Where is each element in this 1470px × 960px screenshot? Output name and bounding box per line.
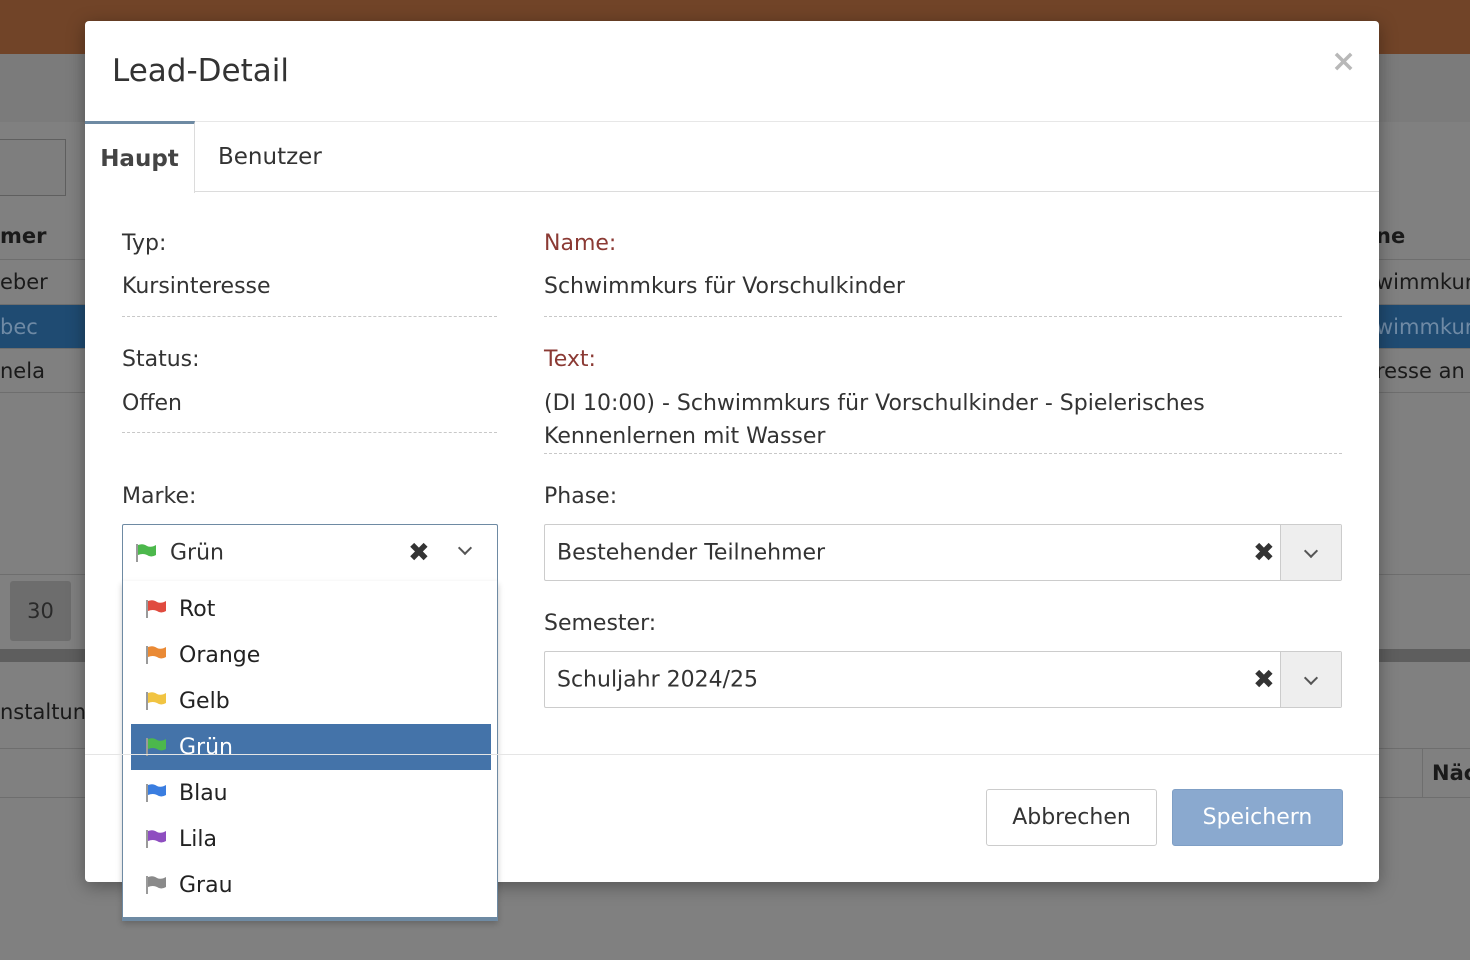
divider	[122, 432, 497, 433]
chevron-down-icon[interactable]	[1280, 525, 1341, 580]
phase-select[interactable]: Bestehender Teilnehmer ✖	[544, 524, 1342, 581]
bg-cell: eber	[0, 270, 48, 294]
flag-icon	[146, 600, 166, 618]
marke-select-value: Grün	[170, 540, 224, 566]
option-label: Orange	[179, 642, 261, 668]
dropdown-option-grau[interactable]: Grau	[131, 862, 491, 908]
flag-icon	[146, 830, 166, 848]
flag-icon	[136, 544, 156, 562]
cancel-button[interactable]: Abbrechen	[986, 789, 1157, 846]
bg-table2-header: Näc	[1432, 761, 1470, 785]
typ-label: Typ:	[122, 231, 167, 256]
status-label: Status:	[122, 347, 200, 372]
text-value-line2: Kennenlernen mit Wasser	[544, 424, 826, 449]
bg-filter-input	[0, 139, 66, 196]
tab-benutzer[interactable]: Benutzer	[218, 121, 322, 192]
close-icon[interactable]: ×	[1331, 47, 1356, 77]
name-value: Schwimmkurs für Vorschulkinder	[544, 274, 905, 299]
save-button[interactable]: Speichern	[1172, 789, 1343, 846]
bg-cell: nela	[0, 358, 45, 383]
name-label: Name:	[544, 231, 617, 256]
tab-bar: Haupt Benutzer	[85, 121, 1379, 193]
chevron-down-icon[interactable]	[457, 540, 473, 556]
flag-icon	[146, 692, 166, 710]
option-label: Gelb	[179, 688, 230, 714]
dropdown-option-rot[interactable]: Rot	[131, 586, 491, 632]
flag-icon	[146, 876, 166, 894]
option-label: Grau	[179, 872, 233, 898]
flag-icon	[146, 784, 166, 802]
clear-icon[interactable]: ✖	[408, 538, 430, 568]
bg-section-title: nstaltun	[0, 700, 87, 724]
modal-title: Lead-Detail	[112, 53, 289, 89]
clear-icon[interactable]: ✖	[1253, 538, 1275, 568]
bg-cell: wimmkur	[1376, 270, 1470, 294]
dropdown-option-gruen[interactable]: Grün	[131, 724, 491, 770]
option-label: Blau	[179, 780, 228, 806]
bg-header-right: ne	[1376, 223, 1406, 248]
option-label: Grün	[179, 734, 233, 760]
bg-cell: resse an	[1376, 358, 1465, 383]
marke-dropdown: Rot Orange Gelb Grün Blau Lila Grau	[122, 581, 498, 921]
divider	[122, 316, 497, 317]
semester-select[interactable]: Schuljahr 2024/25 ✖	[544, 651, 1342, 708]
chevron-down-icon[interactable]	[1280, 652, 1341, 707]
divider	[544, 316, 1342, 317]
bg-header-left: mer	[0, 223, 47, 248]
semester-select-value: Schuljahr 2024/25	[557, 667, 759, 692]
divider	[544, 453, 1342, 454]
pagination-page-button: 30	[10, 581, 71, 641]
phase-label: Phase:	[544, 484, 618, 509]
bg-cell: bec	[0, 314, 38, 339]
tab-haupt[interactable]: Haupt	[85, 121, 195, 193]
text-label: Text:	[544, 347, 596, 372]
divider	[1422, 749, 1423, 797]
option-label: Lila	[179, 826, 217, 852]
dropdown-option-gelb[interactable]: Gelb	[131, 678, 491, 724]
bg-cell: wimmkur	[1376, 314, 1470, 339]
flag-icon	[146, 646, 166, 664]
divider	[85, 754, 1379, 755]
clear-icon[interactable]: ✖	[1253, 665, 1275, 695]
dropdown-option-blau[interactable]: Blau	[131, 770, 491, 816]
dropdown-option-lila[interactable]: Lila	[131, 816, 491, 862]
dropdown-option-orange[interactable]: Orange	[131, 632, 491, 678]
semester-label: Semester:	[544, 611, 657, 636]
status-value: Offen	[122, 391, 182, 416]
marke-select[interactable]: Grün ✖	[122, 524, 498, 581]
option-label: Rot	[179, 596, 216, 622]
phase-select-value: Bestehender Teilnehmer	[557, 540, 826, 565]
marke-label: Marke:	[122, 484, 197, 509]
text-value-line1: (DI 10:00) - Schwimmkurs für Vorschulkin…	[544, 391, 1205, 416]
lead-detail-modal: Lead-Detail × Haupt Benutzer Typ: Kursin…	[85, 21, 1379, 921]
typ-value: Kursinteresse	[122, 274, 271, 299]
